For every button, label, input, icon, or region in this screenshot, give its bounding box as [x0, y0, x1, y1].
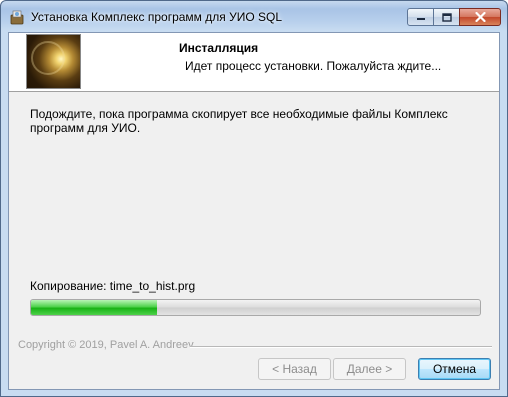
setup-app-icon — [10, 10, 24, 25]
close-icon — [474, 12, 486, 22]
cancel-button[interactable]: Отмена — [418, 358, 491, 380]
page-subtitle: Идет процесс установки. Пожалуйста ждите… — [185, 59, 442, 73]
wizard-header: Инсталляция Идет процесс установки. Пожа… — [9, 33, 499, 92]
installer-client-area: Инсталляция Идет процесс установки. Пожа… — [8, 32, 500, 390]
title-bar[interactable]: Установка Комплекс программ для УИО SQL — [1, 1, 507, 31]
maximize-button[interactable] — [433, 8, 460, 26]
install-progress-bar — [30, 299, 481, 316]
copyright-branding: Copyright © 2019, Pavel A. Andreev — [18, 339, 194, 351]
page-title: Инсталляция — [179, 41, 259, 55]
minimize-button[interactable] — [407, 8, 434, 26]
disc-glint — [31, 41, 65, 75]
close-button[interactable] — [459, 8, 501, 26]
instruction-text: Подождите, пока программа скопирует все … — [30, 107, 448, 135]
back-button[interactable]: < Назад — [258, 358, 331, 380]
minimize-icon — [416, 18, 425, 20]
installer-window: Установка Комплекс программ для УИО SQL … — [0, 0, 508, 397]
maximize-icon — [441, 12, 452, 22]
window-title: Установка Комплекс программ для УИО SQL — [31, 10, 283, 24]
disc-banner-image — [26, 34, 81, 89]
footer-divider — [190, 346, 492, 348]
progress-fill — [31, 300, 157, 315]
next-button[interactable]: Далее > — [333, 358, 406, 380]
progress-status-label: Копирование: time_to_hist.prg — [30, 279, 196, 293]
